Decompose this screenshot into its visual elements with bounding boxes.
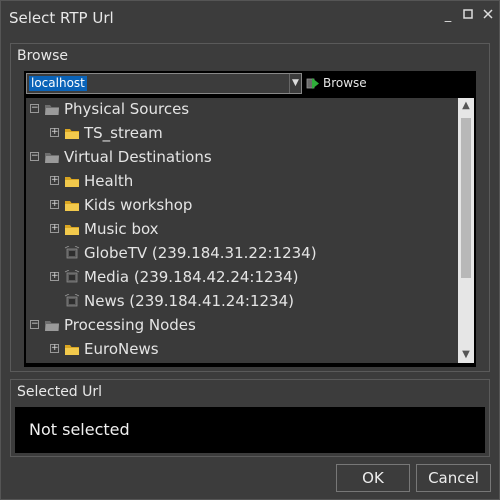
- browse-button-label: Browse: [323, 76, 367, 90]
- selected-url-group: Selected Url Not selected: [10, 379, 490, 457]
- stream-icon: [64, 294, 80, 307]
- browse-group-title: Browse: [17, 48, 68, 64]
- tree-item[interactable]: + TS_stream: [26, 122, 456, 146]
- tree-item[interactable]: − Physical Sources: [26, 98, 456, 122]
- expand-icon[interactable]: +: [50, 224, 59, 233]
- browse-frame: localhost ▼ Browse − Physical Sources + TS_…: [24, 71, 476, 367]
- host-combobox[interactable]: localhost ▼: [26, 73, 302, 94]
- tree-item-label: Virtual Destinations: [64, 148, 212, 166]
- folder-yellow-icon: [65, 345, 79, 355]
- tree-item[interactable]: + Kids workshop: [26, 194, 456, 218]
- tree-item-label: Music box: [84, 220, 159, 238]
- stream-icon: [64, 270, 80, 283]
- tree-item-label: Kids workshop: [84, 196, 193, 214]
- scroll-up-icon[interactable]: ▲: [458, 98, 474, 114]
- collapse-icon[interactable]: −: [30, 104, 39, 113]
- folder-gray-icon: [45, 321, 59, 331]
- browse-group: Browse localhost ▼ Browse − Physical Sour…: [10, 43, 490, 372]
- expand-icon[interactable]: +: [50, 344, 59, 353]
- tree-item-label: Physical Sources: [64, 100, 190, 118]
- tree-view[interactable]: − Physical Sources + TS_stream − Virtual Dest…: [26, 98, 474, 363]
- collapse-icon[interactable]: −: [30, 152, 39, 161]
- selected-url-box: Not selected: [15, 407, 485, 453]
- ok-button[interactable]: OK: [336, 464, 410, 492]
- tree-item[interactable]: − Virtual Destinations: [26, 146, 456, 170]
- title-bar[interactable]: Select RTP Url _: [1, 1, 499, 35]
- close-button[interactable]: [481, 8, 495, 24]
- folder-gray-icon: [45, 105, 59, 115]
- chevron-down-icon[interactable]: ▼: [289, 74, 301, 93]
- expand-icon[interactable]: +: [50, 176, 59, 185]
- tree-item-label: EuroNews: [84, 340, 159, 358]
- browse-button[interactable]: Browse: [306, 74, 376, 93]
- tree-item-label: GlobeTV (239.184.31.22:1234): [84, 244, 317, 262]
- host-value[interactable]: localhost: [29, 76, 87, 91]
- expand-icon[interactable]: +: [50, 272, 59, 281]
- maximize-button[interactable]: [461, 8, 475, 24]
- expand-icon[interactable]: +: [50, 128, 59, 137]
- tree-item[interactable]: + EuroNews: [26, 338, 456, 362]
- scroll-thumb[interactable]: [461, 118, 471, 278]
- folder-yellow-icon: [65, 129, 79, 139]
- tree-item[interactable]: − Processing Nodes: [26, 314, 456, 338]
- maximize-icon: [463, 9, 473, 19]
- tree-item[interactable]: + Music box: [26, 218, 456, 242]
- expand-icon[interactable]: +: [50, 200, 59, 209]
- tree-item[interactable]: News (239.184.41.24:1234): [26, 290, 456, 314]
- tree-item[interactable]: + Media (239.184.42.24:1234): [26, 266, 456, 290]
- minimize-button[interactable]: _: [441, 8, 455, 24]
- folder-yellow-icon: [65, 201, 79, 211]
- stream-icon: [64, 246, 80, 259]
- folder-gray-icon: [45, 153, 59, 163]
- tree-item-label: Processing Nodes: [64, 316, 196, 334]
- tree-item-label: TS_stream: [84, 124, 163, 142]
- tree-scrollbar[interactable]: ▲ ▼: [458, 98, 474, 363]
- dialog-window: Select RTP Url _ Browse localhost ▼ Brow…: [0, 0, 500, 500]
- folder-yellow-icon: [65, 177, 79, 187]
- collapse-icon[interactable]: −: [30, 320, 39, 329]
- browse-icon: [306, 78, 319, 89]
- scroll-down-icon[interactable]: ▼: [458, 347, 474, 363]
- folder-yellow-icon: [65, 225, 79, 235]
- cancel-button[interactable]: Cancel: [416, 464, 491, 492]
- tree-item[interactable]: + Health: [26, 170, 456, 194]
- window-title: Select RTP Url: [9, 9, 114, 27]
- tree-item-label: News (239.184.41.24:1234): [84, 292, 294, 310]
- close-icon: [483, 9, 493, 19]
- selected-url-value: Not selected: [29, 420, 130, 439]
- tree-item[interactable]: GlobeTV (239.184.31.22:1234): [26, 242, 456, 266]
- selected-url-title: Selected Url: [17, 384, 103, 400]
- tree-item-label: Health: [84, 172, 134, 190]
- tree-item-label: Media (239.184.42.24:1234): [84, 268, 299, 286]
